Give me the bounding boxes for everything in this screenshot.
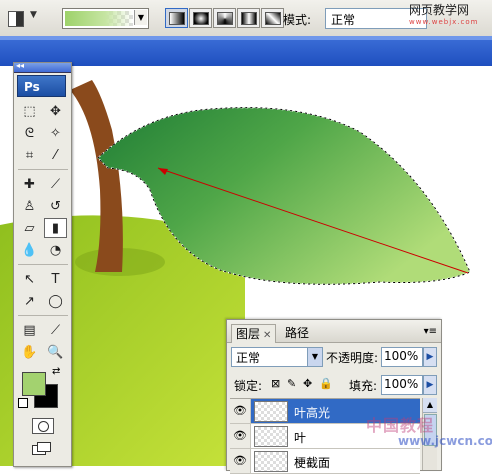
chevron-down-icon[interactable]: ▼ — [307, 348, 322, 366]
layer-row[interactable]: 👁 梗截面 — [230, 449, 420, 474]
tab-paths[interactable]: 路径 — [281, 324, 313, 342]
default-colors-icon[interactable] — [18, 398, 28, 408]
radial-gradient-button[interactable] — [189, 8, 212, 28]
ellipse-tool-icon[interactable]: ◯ — [44, 291, 67, 311]
move-tool-icon[interactable]: ✥ — [44, 101, 67, 121]
mode-label: 模式: — [283, 13, 312, 27]
zoom-tool-icon[interactable]: 🔍 — [44, 342, 67, 362]
layers-panel: 图层 ✕ 路径 ▾≡ 正常 ▼ 不透明度: 100% ▶ 锁定: ⊠ ✎ ✥ 🔒 … — [226, 319, 442, 474]
tools-panel: ◂◂ Ps ⬚ ✥ ᘓ ✧ ⌗ ⁄ ✚ ⟋ ♙ ↺ ▱ ▮ 💧 ◔ ↖ T ↗ … — [13, 61, 72, 467]
screen-mode-button[interactable] — [32, 442, 52, 455]
mode-value: 正常 — [331, 13, 356, 27]
opacity-label: 不透明度: — [326, 351, 379, 365]
layer-row[interactable]: 👁 叶高光 — [230, 399, 420, 424]
close-icon[interactable]: ✕ — [263, 330, 271, 341]
layer-thumbnail — [254, 426, 288, 447]
ps-logo[interactable]: Ps — [17, 75, 66, 97]
blend-mode-value: 正常 — [236, 351, 261, 365]
crop-tool-icon[interactable]: ⌗ — [18, 145, 41, 165]
opacity-value: 100% — [384, 349, 419, 363]
dodge-tool-icon[interactable]: ◔ — [44, 240, 67, 260]
layer-thumbnail — [254, 401, 288, 422]
angle-gradient-button[interactable] — [213, 8, 236, 28]
slice-tool-icon[interactable]: ⁄ — [44, 145, 67, 165]
notes-tool-icon[interactable]: ▤ — [18, 320, 41, 340]
fill-input[interactable]: 100% — [381, 375, 423, 395]
marquee-tool-icon[interactable]: ⬚ — [18, 101, 41, 121]
healing-brush-tool-icon[interactable]: ✚ — [18, 174, 41, 194]
lock-all-icon[interactable]: 🔒 — [319, 377, 333, 390]
hand-tool-icon[interactable]: ✋ — [18, 342, 41, 362]
gradient-tool-icon — [8, 11, 24, 27]
lock-row: 锁定: ⊠ ✎ ✥ 🔒 填充: 100% ▶ — [231, 375, 437, 395]
diamond-gradient-button[interactable] — [261, 8, 284, 28]
layer-name: 梗截面 — [294, 456, 331, 470]
scroll-thumb[interactable] — [424, 414, 437, 446]
eye-icon[interactable]: 👁 — [230, 424, 251, 448]
swap-colors-icon[interactable]: ⇄ — [52, 366, 60, 377]
eraser-tool-icon[interactable]: ▱ — [18, 218, 41, 238]
tool-grid: ⬚ ✥ ᘓ ✧ ⌗ ⁄ ✚ ⟋ ♙ ↺ ▱ ▮ 💧 ◔ ↖ T ↗ ◯ ▤ ⟋ … — [14, 99, 71, 364]
clone-stamp-tool-icon[interactable]: ♙ — [18, 196, 41, 216]
history-brush-tool-icon[interactable]: ↺ — [44, 196, 67, 216]
tab-paths-label: 路径 — [285, 326, 310, 340]
gradient-tool-icon[interactable]: ▮ — [44, 218, 67, 238]
watermark-text: 网页教学网 — [409, 3, 470, 17]
reflected-gradient-button[interactable] — [237, 8, 260, 28]
layer-row[interactable]: 👁 叶 — [230, 424, 420, 449]
chevron-down-icon[interactable]: ▼ — [134, 10, 147, 25]
panel-menu-icon[interactable]: ▾≡ — [424, 326, 437, 337]
tab-layers[interactable]: 图层 ✕ — [231, 324, 277, 343]
panel-tabs: 图层 ✕ 路径 ▾≡ — [227, 320, 441, 343]
brush-tool-icon[interactable]: ⟋ — [44, 174, 67, 194]
panel-grip[interactable]: ◂◂ — [14, 61, 71, 73]
chevron-down-icon: ▼ — [30, 10, 37, 20]
opacity-slider-button[interactable]: ▶ — [423, 347, 437, 367]
lock-transparency-icon[interactable]: ⊠ — [271, 377, 280, 390]
fill-slider-button[interactable]: ▶ — [423, 375, 437, 395]
eyedropper-tool-icon[interactable]: ⟋ — [44, 320, 67, 340]
type-tool-icon[interactable]: T — [44, 269, 67, 289]
layer-name: 叶高光 — [294, 406, 331, 420]
linear-gradient-button[interactable] — [165, 8, 188, 28]
layer-scrollbar[interactable]: ▲ — [422, 398, 437, 470]
watermark-url: www.webjx.com — [409, 18, 479, 26]
layer-name: 叶 — [294, 431, 307, 445]
gradient-picker[interactable]: ▼ — [62, 8, 149, 29]
direct-selection-tool-icon[interactable]: ↗ — [18, 291, 41, 311]
opacity-input[interactable]: 100% — [381, 347, 423, 367]
gradient-type-group — [165, 8, 284, 28]
blur-tool-icon[interactable]: 💧 — [18, 240, 41, 260]
layer-thumbnail — [254, 451, 288, 472]
path-selection-tool-icon[interactable]: ↖ — [18, 269, 41, 289]
eye-icon[interactable]: 👁 — [230, 399, 251, 423]
lock-position-icon[interactable]: ✥ — [303, 377, 312, 390]
options-bar: ▼ ▼ 模式: 正常 网页教学网 www.webjx.com — [0, 0, 492, 37]
blend-mode-select[interactable]: 正常 ▼ — [231, 347, 323, 367]
layer-list: 👁 叶高光 👁 叶 👁 梗截面 — [230, 398, 420, 474]
quick-mask-button[interactable] — [32, 418, 54, 434]
fill-value: 100% — [384, 377, 419, 391]
fill-label: 填充: — [349, 379, 378, 393]
eye-icon[interactable]: 👁 — [230, 449, 251, 473]
blend-row: 正常 ▼ 不透明度: 100% ▶ — [231, 347, 437, 367]
site-watermark: 网页教学网 www.webjx.com — [409, 4, 479, 28]
lock-label: 锁定: — [234, 379, 263, 393]
gradient-swatch — [65, 11, 133, 26]
magic-wand-tool-icon[interactable]: ✧ — [44, 123, 67, 143]
foreground-color[interactable] — [22, 372, 46, 396]
lasso-tool-icon[interactable]: ᘓ — [18, 123, 41, 143]
color-swatches: ⇄ — [14, 366, 71, 455]
document-title-bar — [0, 36, 492, 66]
tool-preset-picker[interactable]: ▼ — [4, 7, 48, 29]
scroll-up-icon[interactable]: ▲ — [423, 398, 437, 413]
lock-pixels-icon[interactable]: ✎ — [287, 377, 296, 390]
tab-layers-label: 图层 — [236, 327, 261, 341]
